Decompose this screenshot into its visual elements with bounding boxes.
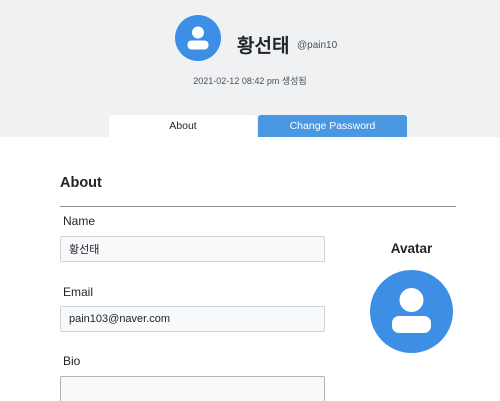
email-label: Email [63,285,94,299]
section-divider [60,206,456,207]
user-silhouette-icon [187,26,209,50]
bio-label: Bio [63,354,81,368]
profile-display-name: 황선태 [237,36,290,57]
avatar-upload[interactable] [370,270,453,353]
profile-avatar[interactable] [175,15,221,61]
created-suffix: 생성됨 [281,76,307,86]
section-title: About [60,175,102,191]
user-silhouette-icon [392,288,431,333]
name-label: Name [63,214,96,228]
created-date: 2021-02-12 08:42 pm [193,76,280,86]
name-field[interactable] [60,236,325,262]
bio-field[interactable] [60,376,325,401]
created-timestamp: 2021-02-12 08:42 pm 생성됨 [0,74,500,87]
avatar-heading: Avatar [390,241,433,256]
tab-change-password[interactable]: Change Password [258,115,407,137]
tab-about[interactable]: About [109,115,257,137]
email-field[interactable] [60,306,325,332]
profile-username: @pain10 [297,40,338,51]
